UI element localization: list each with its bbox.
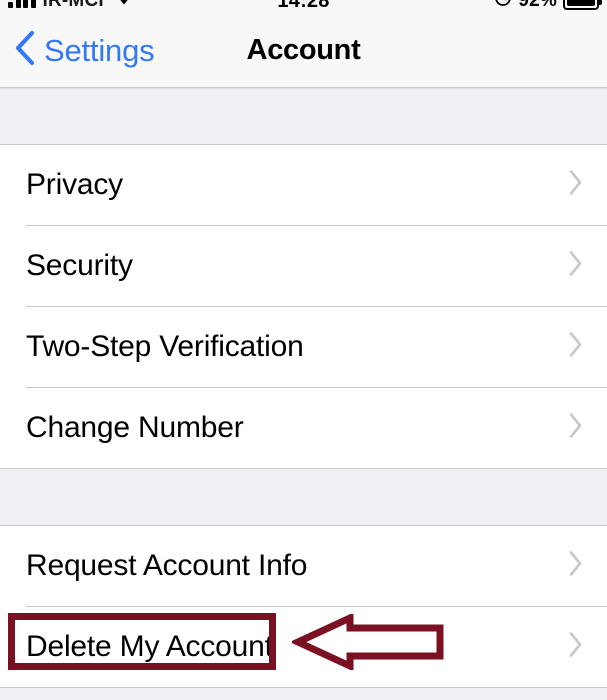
chevron-right-icon <box>567 411 585 446</box>
status-bar-right: 92% <box>494 0 602 13</box>
sidebar-item-security[interactable]: Security <box>0 226 607 306</box>
chevron-right-icon <box>567 549 585 584</box>
security-section: Privacy Security Two-Step Verification C… <box>0 145 607 468</box>
row-label: Two-Step Verification <box>26 330 304 363</box>
sidebar-item-two-step-verification[interactable]: Two-Step Verification <box>0 307 607 387</box>
row-label: Delete My Account <box>26 630 273 663</box>
navigation-bar: Settings Account <box>0 14 607 88</box>
whatsapp-account-settings-screen: IR-MCI 14:28 92% Settings Account Privac… <box>0 0 607 700</box>
account-data-section: Request Account Info Delete My Account <box>0 526 607 687</box>
sidebar-item-change-number[interactable]: Change Number <box>0 388 607 468</box>
signal-bars-icon <box>8 0 36 8</box>
battery-full-icon <box>563 0 602 10</box>
battery-percent-label: 92% <box>518 0 557 11</box>
carrier-label: IR-MCI <box>42 0 104 11</box>
chevron-right-icon <box>567 330 585 365</box>
alarm-clock-icon <box>494 0 512 13</box>
table-footer-gap <box>0 687 607 700</box>
row-label: Security <box>26 249 133 282</box>
chevron-right-icon <box>567 168 585 203</box>
row-label: Request Account Info <box>26 549 308 582</box>
sidebar-item-request-account-info[interactable]: Request Account Info <box>0 526 607 606</box>
chevron-right-icon <box>567 249 585 284</box>
settings-table-view: Privacy Security Two-Step Verification C… <box>0 88 607 700</box>
wifi-icon <box>113 0 135 12</box>
section-header-gap-1 <box>0 88 607 145</box>
page-title: Account <box>246 34 361 66</box>
sidebar-item-delete-my-account[interactable]: Delete My Account <box>0 607 607 687</box>
chevron-right-icon <box>567 630 585 665</box>
status-bar: IR-MCI 14:28 92% <box>0 0 607 14</box>
row-label: Change Number <box>26 411 244 444</box>
sidebar-item-privacy[interactable]: Privacy <box>0 145 607 225</box>
section-header-gap-2 <box>0 468 607 526</box>
row-label: Privacy <box>26 168 123 201</box>
status-bar-left: IR-MCI <box>0 0 135 12</box>
